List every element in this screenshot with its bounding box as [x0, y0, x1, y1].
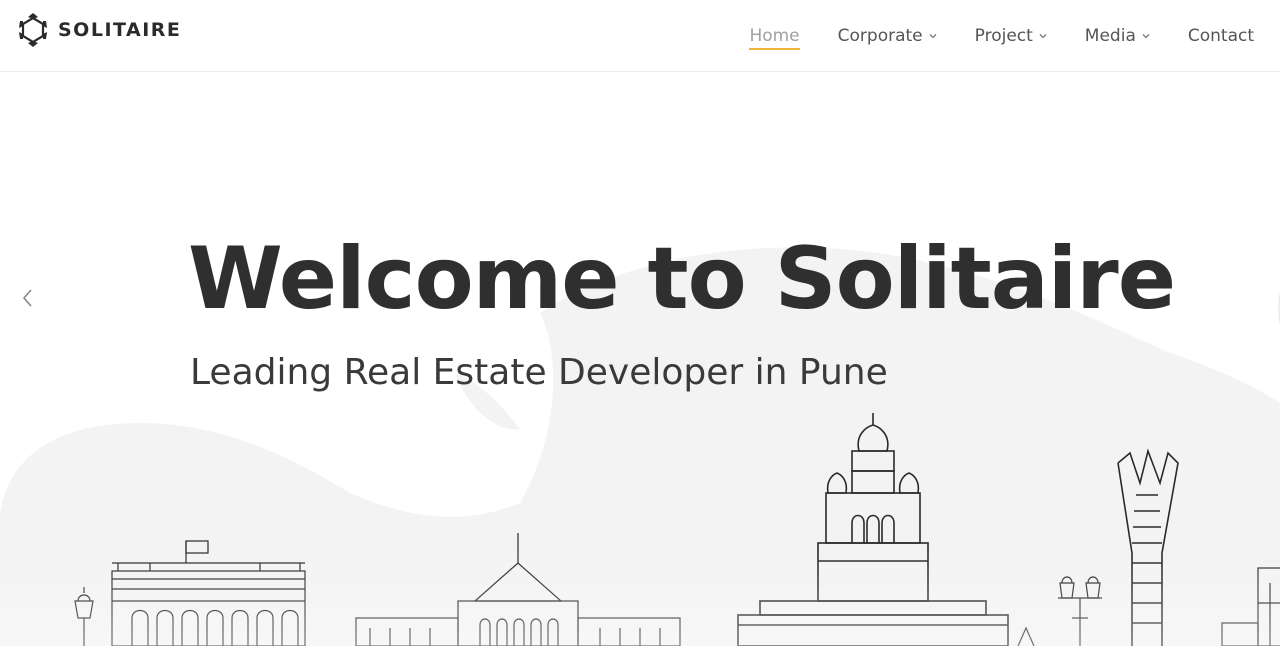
- nav-project-label: Project: [974, 26, 1033, 46]
- heritage-building-center: [355, 533, 681, 646]
- main-nav: Home Corporate Project Media Contact: [749, 0, 1254, 72]
- chevron-down-icon: [1142, 34, 1150, 39]
- chevron-down-icon: [929, 34, 937, 39]
- nav-project[interactable]: Project: [975, 0, 1047, 72]
- brand-logo[interactable]: SOLITAIRE: [16, 12, 181, 48]
- chevron-down-icon: [1039, 34, 1047, 39]
- nav-corporate[interactable]: Corporate: [838, 0, 937, 72]
- lamp-post-left: [74, 587, 94, 646]
- hero-slider: Welcome to Solitaire Leading Real Estate…: [0, 73, 1280, 646]
- nav-corporate-label: Corporate: [837, 26, 923, 46]
- hexagon-logo-icon: [19, 13, 47, 47]
- heritage-building-left: [111, 540, 306, 646]
- site-header: SOLITAIRE Home Corporate Project Media C…: [0, 0, 1280, 72]
- nav-home-label: Home: [749, 26, 800, 46]
- hero-subtitle: Leading Real Estate Developer in Pune: [190, 352, 888, 393]
- small-spire: [1017, 626, 1035, 646]
- palace-domes: [737, 413, 1009, 646]
- tall-tower: [1117, 448, 1179, 646]
- chevron-left-icon[interactable]: [18, 283, 38, 313]
- pune-skyline-illustration: [74, 413, 1280, 646]
- lamp-post-right: [1058, 576, 1102, 646]
- heritage-building-right: [1221, 567, 1280, 646]
- brand-name: SOLITAIRE: [58, 19, 182, 41]
- nav-home[interactable]: Home: [749, 0, 800, 72]
- next-slide-edge[interactable]: [1274, 278, 1280, 338]
- nav-contact-label: Contact: [1187, 26, 1254, 46]
- nav-contact[interactable]: Contact: [1188, 0, 1254, 72]
- nav-media[interactable]: Media: [1085, 0, 1150, 72]
- nav-media-label: Media: [1084, 26, 1136, 46]
- hero-title: Welcome to Solitaire: [188, 229, 1176, 329]
